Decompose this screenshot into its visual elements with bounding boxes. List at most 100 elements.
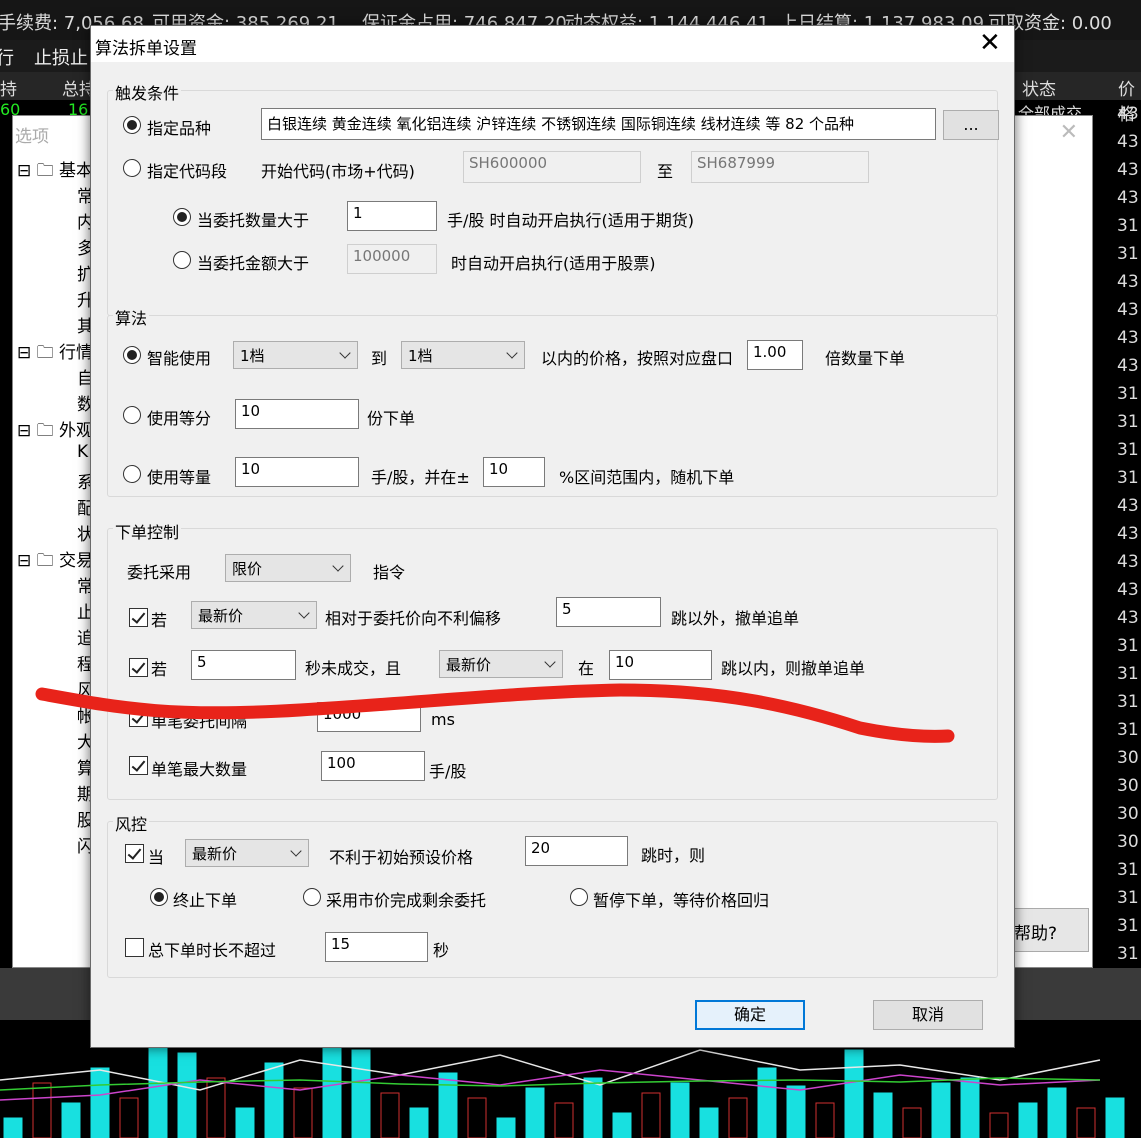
max-qty-input[interactable]: 100 xyxy=(321,751,425,781)
price-cell: 31 xyxy=(1117,860,1139,880)
to-level-label: 到 xyxy=(371,349,388,368)
price-cell: 31 xyxy=(1117,384,1139,404)
interval-checkbox[interactable] xyxy=(129,708,148,727)
risk-price-select[interactable]: 最新价 xyxy=(185,839,309,867)
if1-label: 若 xyxy=(151,611,168,630)
equal-qty-input[interactable]: 10 xyxy=(235,457,359,487)
start-code-input[interactable]: SH600000 xyxy=(463,151,641,183)
volume-bar xyxy=(32,1082,52,1138)
volume-bar xyxy=(264,1062,284,1138)
volume-bar xyxy=(641,1092,661,1138)
pause-order-radio[interactable] xyxy=(570,888,588,906)
market-fill-radio[interactable] xyxy=(303,888,321,906)
price-cell: 43 xyxy=(1117,524,1139,544)
risk-ticks-suffix-label: 跳时，则 xyxy=(641,846,706,865)
products-field[interactable]: 白银连续 黄金连续 氧化铝连续 沪锌连续 不锈钢连续 国际铜连续 线材连续 等 … xyxy=(261,108,936,140)
browse-products-button[interactable]: ... xyxy=(943,110,999,140)
trigger-legend: 触发条件 xyxy=(113,80,182,104)
chevron-down-icon xyxy=(506,347,518,359)
qty-mid-label: 手/股，并在± xyxy=(371,468,470,487)
options-close-icon[interactable]: ✕ xyxy=(1060,120,1078,145)
volume-bar xyxy=(61,1102,81,1138)
options-tree: ⊟ 🗀 基本常内多扩升其 ⊟ 🗀 行情自数 ⊟ 🗀 外观 K 系配状 ⊟ 🗀 交易常止追程… xyxy=(13,156,94,916)
specify-code-range-radio[interactable] xyxy=(123,159,141,177)
volume-bar xyxy=(90,1067,110,1138)
instruction-label: 指令 xyxy=(373,563,406,582)
multiplier-suffix-label: 倍数量下单 xyxy=(825,349,906,368)
if2-ticks-input[interactable]: 10 xyxy=(609,650,712,680)
price-cell: 31 xyxy=(1117,916,1139,936)
end-code-input[interactable]: SH687999 xyxy=(691,151,869,183)
close-icon[interactable]: ✕ xyxy=(979,28,1001,58)
interval-input[interactable]: 1000 xyxy=(317,702,421,732)
level-from-select[interactable]: 1档 xyxy=(233,341,358,369)
smart-radio[interactable] xyxy=(123,346,141,364)
if1-ticks-input[interactable]: 5 xyxy=(556,597,661,627)
price-cell: 43 xyxy=(1117,356,1139,376)
volume-bar xyxy=(293,1087,313,1138)
volume-bar xyxy=(931,1082,951,1138)
max-qty-label: 单笔最大数量 xyxy=(151,760,248,779)
toolbar-left-item[interactable]: 行 xyxy=(0,44,14,70)
volume-bar xyxy=(902,1107,922,1138)
volume-bar xyxy=(989,1112,1009,1138)
volume-bar xyxy=(612,1112,632,1138)
pause-order-label: 暂停下单，等待价格回归 xyxy=(593,891,770,910)
chevron-down-icon xyxy=(298,607,310,619)
if2-checkbox[interactable] xyxy=(129,658,148,677)
equal-qty-radio[interactable] xyxy=(123,465,141,483)
price-cell: 43 xyxy=(1117,496,1139,516)
total-time-checkbox[interactable] xyxy=(125,938,144,957)
volume-bar xyxy=(757,1067,777,1138)
risk-when-label: 当 xyxy=(148,848,165,867)
if2-price-select[interactable]: 最新价 xyxy=(439,650,563,678)
total-time-input[interactable]: 15 xyxy=(325,932,428,962)
price-cell: 31 xyxy=(1117,720,1139,740)
chevron-down-icon xyxy=(332,560,344,572)
if2-seconds-input[interactable]: 5 xyxy=(191,650,296,680)
if1-price-select[interactable]: 最新价 xyxy=(191,601,317,629)
col-hold[interactable]: 持 xyxy=(0,75,17,100)
algo-split-dialog: 算法拆单设置 ✕ 触发条件 指定品种 白银连续 黄金连续 氧化铝连续 沪锌连续 … xyxy=(90,25,1015,1048)
price-cell: 43 xyxy=(1117,132,1139,152)
risk-when-checkbox[interactable] xyxy=(125,844,144,863)
stoploss-tab[interactable]: 止损止 xyxy=(34,44,88,70)
qty-threshold-input[interactable]: 1 xyxy=(347,201,437,231)
price-cell: 31 xyxy=(1117,412,1139,432)
tree-item[interactable]: K xyxy=(77,442,88,462)
chevron-down-icon xyxy=(290,845,302,857)
amount-threshold-input[interactable]: 100000 xyxy=(347,244,437,274)
dialog-title: 算法拆单设置 xyxy=(95,39,197,59)
specify-product-label: 指定品种 xyxy=(147,119,212,138)
if2-price-value: 最新价 xyxy=(446,656,492,674)
level-to-select[interactable]: 1档 xyxy=(401,341,525,369)
price-cell: 31 xyxy=(1117,944,1139,964)
equal-parts-radio[interactable] xyxy=(123,406,141,424)
range-input[interactable]: 10 xyxy=(483,457,545,487)
qty-greater-radio[interactable] xyxy=(173,208,191,226)
volume-bar xyxy=(1105,1097,1125,1138)
cancel-button[interactable]: 取消 xyxy=(873,1000,983,1030)
order-type-select[interactable]: 限价 xyxy=(225,554,351,582)
equal-parts-label: 使用等分 xyxy=(147,409,212,428)
price-cell: 43 xyxy=(1117,552,1139,572)
if1-checkbox[interactable] xyxy=(129,608,148,627)
to-label: 至 xyxy=(657,162,674,181)
risk-ticks-input[interactable]: 20 xyxy=(525,836,628,866)
ok-button[interactable]: 确定 xyxy=(695,1000,805,1030)
stop-order-radio[interactable] xyxy=(150,888,168,906)
price-cell: 31 xyxy=(1117,888,1139,908)
volume-bar xyxy=(467,1097,487,1138)
specify-code-range-label: 指定代码段 xyxy=(147,162,228,181)
smart-label: 智能使用 xyxy=(147,349,212,368)
volume-bar xyxy=(1018,1102,1038,1138)
options-window-title: 选项 xyxy=(15,127,49,147)
multiplier-input[interactable]: 1.00 xyxy=(747,340,803,370)
volume-bar xyxy=(177,1052,197,1138)
col-status[interactable]: 状态 xyxy=(1022,75,1056,100)
max-qty-checkbox[interactable] xyxy=(129,756,148,775)
interval-label: 单笔委托间隔 xyxy=(151,712,248,731)
amount-greater-radio[interactable] xyxy=(173,251,191,269)
specify-product-radio[interactable] xyxy=(123,116,141,134)
parts-input[interactable]: 10 xyxy=(235,399,359,429)
